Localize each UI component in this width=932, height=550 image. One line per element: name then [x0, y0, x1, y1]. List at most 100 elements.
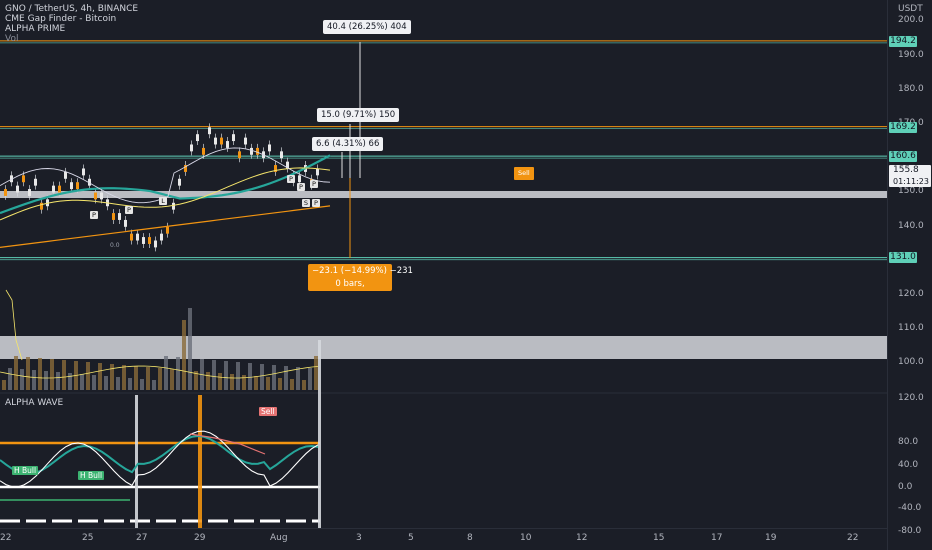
candle-body: [316, 168, 319, 176]
measure-up-large[interactable]: 40.4 (26.25%) 404: [323, 20, 411, 34]
chart-canvas[interactable]: [0, 0, 887, 550]
time-tick: 17: [711, 533, 723, 543]
price-tick: 190.0: [898, 50, 924, 60]
pivot-marker: P: [312, 199, 320, 207]
candle-body: [166, 226, 169, 234]
price-tick: 100.0: [898, 357, 924, 367]
volume-bar: [314, 356, 318, 390]
volume-bar: [134, 366, 138, 390]
measure-up-small[interactable]: 6.6 (4.31%) 66: [312, 137, 384, 151]
volume-bar: [266, 377, 270, 390]
time-tick: 22: [0, 533, 12, 543]
measure-down[interactable]: −23.1 (−14.99%) −231 0 bars,: [308, 264, 413, 291]
time-tick: 19: [765, 533, 777, 543]
candle-body: [118, 213, 121, 220]
volume-bar: [152, 380, 156, 390]
volume-bar: [272, 365, 276, 390]
gap-zone: [0, 336, 887, 359]
volume-bar: [20, 369, 24, 390]
candle-body: [214, 137, 217, 145]
sell-tag[interactable]: Sell: [514, 167, 534, 180]
volume-bar: [110, 364, 114, 390]
candle-body: [232, 134, 235, 142]
volume-bar: [44, 371, 48, 390]
indicator-volume[interactable]: Vol: [5, 34, 138, 44]
chart-window: GNO / TetherUS, 4h, BINANCE CME Gap Find…: [0, 0, 932, 550]
time-tick: 12: [576, 533, 588, 543]
volume-bar: [170, 369, 174, 390]
candle-body: [244, 137, 247, 145]
candle-body: [256, 147, 259, 155]
candle-body: [94, 192, 97, 200]
volume-bar: [8, 368, 12, 390]
candle-body: [52, 185, 55, 193]
candle-body: [280, 151, 283, 159]
wave-highlight: [318, 340, 321, 395]
measure-up-mid[interactable]: 15.0 (9.71%) 150: [317, 108, 400, 122]
volume-bar: [56, 372, 60, 390]
volume-bar: [26, 357, 30, 390]
candle-body: [16, 185, 19, 193]
wave-line-white: [0, 430, 319, 488]
wave-bull-label: H Bull: [78, 471, 105, 480]
candle-body: [148, 237, 151, 244]
candle-body: [136, 233, 139, 241]
volume-bar: [62, 360, 66, 390]
indicator-cme-gap[interactable]: CME Gap Finder - Bitcoin: [5, 14, 138, 24]
price-axis[interactable]: USDT 200.0 190.0 180.0 170.0 150.0 140.0…: [887, 0, 932, 550]
candle-body: [142, 237, 145, 244]
time-tick: 29: [194, 533, 206, 543]
candle-body: [172, 202, 175, 210]
candle-body: [298, 175, 301, 183]
measure-down-bars: 0 bars,: [335, 279, 365, 289]
volume-bar: [122, 365, 126, 390]
osc-tick: 0.0: [898, 482, 913, 492]
volume-bar: [98, 363, 102, 390]
volume-bar: [14, 356, 18, 390]
candle-body: [238, 151, 241, 159]
wave-pane-title[interactable]: ALPHA WAVE: [5, 398, 63, 408]
volume-bar: [278, 378, 282, 390]
candle-body: [190, 144, 193, 152]
volume-bar: [182, 320, 186, 390]
pivot-marker: P: [287, 175, 295, 183]
volume-bar: [176, 357, 180, 390]
candle-body: [208, 127, 211, 135]
time-axis[interactable]: [0, 528, 887, 550]
symbol-title[interactable]: GNO / TetherUS, 4h, BINANCE: [5, 4, 138, 14]
candle-body: [226, 141, 229, 148]
pivot-marker: P: [297, 183, 305, 191]
pivot-marker: P: [310, 180, 318, 188]
candle-body: [22, 175, 25, 183]
candle-body: [28, 189, 31, 196]
volume-bar: [224, 361, 228, 390]
l-marker: L: [159, 197, 167, 205]
candle-body: [76, 182, 79, 190]
volume-bar: [218, 373, 222, 390]
time-tick: 27: [136, 533, 148, 543]
candle-body: [130, 233, 133, 241]
volume-bar: [302, 380, 306, 390]
volume-bar: [86, 362, 90, 390]
chart-legend: GNO / TetherUS, 4h, BINANCE CME Gap Find…: [5, 4, 138, 44]
wave-highlight: [135, 395, 138, 528]
volume-bar: [104, 376, 108, 390]
osc-tick: 120.0: [898, 393, 924, 403]
candle-body: [64, 171, 67, 179]
volume-bar: [260, 364, 264, 390]
candle-body: [196, 134, 199, 142]
level-badge-194: 194.2: [889, 36, 917, 47]
level-badge-169: 169.2: [889, 122, 917, 133]
wave-line-green: [0, 434, 319, 475]
wave-sell-tag: Sell: [259, 407, 277, 416]
candle-body: [220, 137, 223, 145]
candle-body: [34, 178, 37, 186]
gap-zone: [0, 191, 887, 198]
indicator-alpha-prime[interactable]: ALPHA PRIME: [5, 24, 138, 34]
volume-bar: [50, 359, 54, 390]
current-price: 155.8: [893, 165, 919, 175]
time-tick: 22: [847, 533, 859, 543]
time-tick: Aug: [270, 533, 288, 543]
price-tick: 200.0: [898, 15, 924, 25]
candle-body: [112, 213, 115, 220]
